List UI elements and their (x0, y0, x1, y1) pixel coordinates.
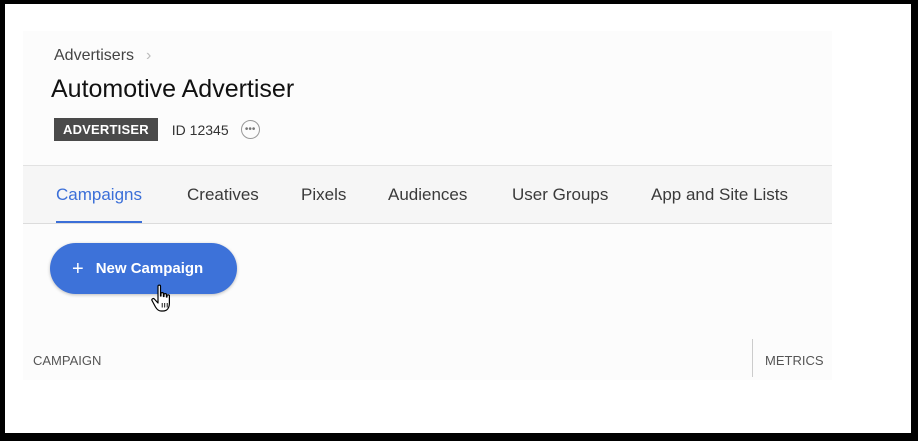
column-header-metrics: METRICS (765, 353, 824, 368)
chevron-right-icon: › (146, 47, 152, 64)
column-divider (752, 339, 753, 377)
new-campaign-label: New Campaign (95, 260, 204, 277)
advertiser-panel: Advertisers › Automotive Advertiser ADVE… (23, 31, 832, 380)
advertiser-type-badge: ADVERTISER (54, 118, 158, 141)
hand-pointer-icon (151, 284, 170, 312)
screenshot-frame: Advertisers › Automotive Advertiser ADVE… (5, 4, 911, 433)
tab-bar: Campaigns Creatives Pixels Audiences Use… (23, 165, 832, 224)
breadcrumb: Advertisers › (54, 47, 151, 65)
breadcrumb-advertisers-link[interactable]: Advertisers (54, 47, 134, 65)
tab-campaigns[interactable]: Campaigns (56, 166, 142, 223)
plus-icon: + (72, 257, 84, 280)
tab-creatives[interactable]: Creatives (187, 166, 259, 223)
tab-audiences[interactable]: Audiences (388, 166, 467, 223)
new-campaign-button[interactable]: + New Campaign (50, 243, 237, 294)
page-title: Automotive Advertiser (51, 75, 295, 103)
tab-pixels[interactable]: Pixels (301, 166, 346, 223)
tab-user-groups[interactable]: User Groups (512, 166, 608, 223)
ellipsis-circle-icon[interactable]: ••• (240, 120, 260, 139)
advertiser-meta: ADVERTISER ID 12345 ••• (54, 118, 260, 141)
tab-app-and-site-lists[interactable]: App and Site Lists (651, 166, 788, 223)
advertiser-id: ID 12345 (171, 121, 229, 138)
column-header-campaign: CAMPAIGN (33, 353, 102, 368)
